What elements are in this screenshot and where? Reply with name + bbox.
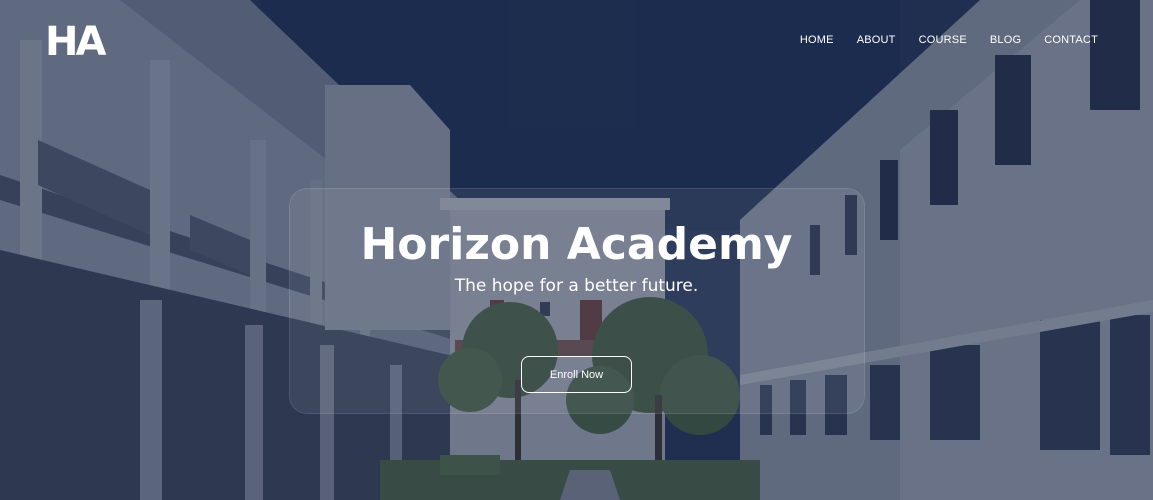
- main-nav: HOME ABOUT COURSE BLOG CONTACT: [800, 34, 1098, 46]
- enroll-now-button[interactable]: Enroll Now: [521, 356, 632, 393]
- nav-about[interactable]: ABOUT: [857, 34, 896, 46]
- nav-blog[interactable]: BLOG: [990, 34, 1021, 46]
- nav-home[interactable]: HOME: [800, 34, 834, 46]
- nav-course[interactable]: COURSE: [919, 34, 967, 46]
- hero-title: Horizon Academy: [360, 219, 793, 270]
- nav-contact[interactable]: CONTACT: [1044, 34, 1098, 46]
- logo[interactable]: HA: [45, 20, 106, 64]
- hero-subtitle: The hope for a better future.: [454, 276, 699, 296]
